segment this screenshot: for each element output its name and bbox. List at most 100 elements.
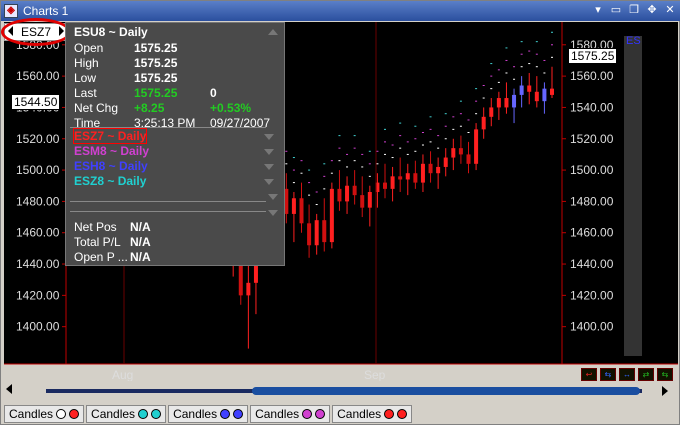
candles-tab[interactable]: Candles xyxy=(250,405,331,423)
y-tick-label-left: 1500.00 xyxy=(16,163,60,177)
tab-label: Candles xyxy=(9,407,54,421)
info-value: 1575.25 xyxy=(134,41,178,55)
info-value-2: +0.53% xyxy=(210,101,252,115)
chevron-down-icon[interactable] xyxy=(264,179,274,185)
candle-body xyxy=(337,188,342,202)
candle-body xyxy=(458,148,463,155)
x-tick-label: Aug xyxy=(112,368,133,382)
symbol-label[interactable]: ESZ7 ~ Daily xyxy=(72,128,148,144)
y-tick-label-right: 1480.00 xyxy=(570,194,614,208)
info-row: Open 1575.25 xyxy=(70,41,280,56)
y-tick-label-right: 1520.00 xyxy=(570,132,614,146)
position-label: Net Pos xyxy=(74,220,117,234)
chevron-down-icon[interactable] xyxy=(264,149,274,155)
chevron-down-icon[interactable] xyxy=(264,164,274,170)
color-dot-icon xyxy=(233,409,244,419)
tool-button-5[interactable]: ⇆ xyxy=(657,368,673,381)
y-tick-label-right: 1540.00 xyxy=(570,100,614,114)
divider xyxy=(70,127,266,128)
y-tick-label-left: 1400.00 xyxy=(16,320,60,334)
tool-button-4[interactable]: ⇄ xyxy=(638,368,654,381)
candle-body xyxy=(527,85,532,92)
color-dot-icon xyxy=(384,409,395,419)
y-tick-label-right: 1420.00 xyxy=(570,288,614,302)
tool-button-1[interactable]: ↩ xyxy=(581,368,597,381)
chevron-down-icon[interactable] xyxy=(268,210,278,216)
symbol-label[interactable]: ESZ8 ~ Daily xyxy=(74,174,146,188)
symbol-label[interactable]: ESM8 ~ Daily xyxy=(74,144,149,158)
info-row: High 1575.25 xyxy=(70,56,280,71)
y-tick-label-left: 1560.00 xyxy=(16,69,60,83)
color-dot-icon xyxy=(315,409,326,419)
position-row: Total P/L N/A xyxy=(70,235,280,250)
candle-body xyxy=(398,176,403,180)
candle-body xyxy=(443,157,448,167)
divider xyxy=(70,211,266,212)
color-dot-icon xyxy=(69,409,80,419)
position-value: N/A xyxy=(130,220,151,234)
info-label: Low xyxy=(74,71,97,85)
scroll-right-icon[interactable] xyxy=(662,386,668,396)
candles-tab[interactable]: Candles xyxy=(86,405,167,423)
candle-body xyxy=(299,198,304,224)
y-tick-label-left: 1480.00 xyxy=(16,194,60,208)
candle-body xyxy=(329,188,334,243)
candle-body xyxy=(489,107,494,117)
candle-body xyxy=(542,88,547,102)
symbol-label[interactable]: ESH8 ~ Daily xyxy=(74,159,148,173)
tab-label: Candles xyxy=(255,407,300,421)
candles-tab[interactable]: Candles xyxy=(4,405,85,423)
candle-body xyxy=(314,220,319,246)
right-scroll-strip xyxy=(624,36,642,356)
info-label: High xyxy=(74,56,99,70)
left-price-marker: 1544.50 xyxy=(11,94,61,110)
move-icon[interactable]: ✥ xyxy=(645,3,659,17)
info-value: 1575.25 xyxy=(134,71,178,85)
candle-body xyxy=(345,185,350,202)
tool-button-2[interactable]: ⇆ xyxy=(600,368,616,381)
info-value: +8.25 xyxy=(134,101,165,115)
info-label: Last xyxy=(74,86,97,100)
symbol-row[interactable]: ESM8 ~ Daily xyxy=(70,144,280,159)
info-label: Net Chg xyxy=(74,101,119,115)
symbol-row[interactable]: ESZ7 ~ Daily xyxy=(70,128,280,144)
highlight-circle xyxy=(1,18,71,46)
position-label: Total P/L xyxy=(74,235,121,249)
right-marker-label: ES xyxy=(626,35,641,47)
tool-button-3[interactable]: ↔ xyxy=(619,368,635,381)
minimize-icon[interactable]: ▭ xyxy=(609,3,623,17)
scroll-left-icon[interactable] xyxy=(6,384,12,394)
info-panel: ESU8 ~ Daily Open 1575.25 High 1575.25 Low 15… xyxy=(65,22,285,266)
candle-body xyxy=(291,198,296,214)
chevron-down-icon[interactable] xyxy=(264,134,274,140)
candle-body xyxy=(246,282,251,296)
scroll-up-icon[interactable] xyxy=(268,29,278,35)
candle-body xyxy=(474,129,479,164)
color-dot-icon xyxy=(220,409,231,419)
x-tick-label: Sep xyxy=(364,368,386,382)
candle-body xyxy=(428,163,433,174)
candles-tab[interactable]: Candles xyxy=(168,405,249,423)
candle-body xyxy=(360,195,365,208)
horizontal-scrollbar[interactable] xyxy=(4,381,678,401)
y-tick-label-right: 1440.00 xyxy=(570,257,614,271)
y-tick-label-left: 1420.00 xyxy=(16,288,60,302)
pin-icon[interactable]: ▾ xyxy=(591,3,605,17)
candle-body xyxy=(383,182,387,189)
candle-body xyxy=(390,176,395,189)
scroll-thumb[interactable] xyxy=(252,387,640,395)
info-title: ESU8 ~ Daily xyxy=(74,25,148,39)
candles-tab[interactable]: Candles xyxy=(332,405,413,423)
restore-icon[interactable]: ❐ xyxy=(627,3,641,17)
candle-body xyxy=(496,98,501,108)
title-bar[interactable]: ◈ Charts 1 ▾ ▭ ❐ ✥ ✕ xyxy=(1,1,680,21)
info-value: 1575.25 xyxy=(134,56,178,70)
candle-body xyxy=(550,88,554,95)
y-tick-label-right: 1460.00 xyxy=(570,226,614,240)
chevron-down-icon[interactable] xyxy=(268,194,278,200)
position-label: Open P ... xyxy=(74,250,128,264)
app-icon: ◈ xyxy=(4,4,18,18)
symbol-row[interactable]: ESZ8 ~ Daily xyxy=(70,174,280,189)
symbol-row[interactable]: ESH8 ~ Daily xyxy=(70,159,280,174)
close-icon[interactable]: ✕ xyxy=(663,3,677,17)
